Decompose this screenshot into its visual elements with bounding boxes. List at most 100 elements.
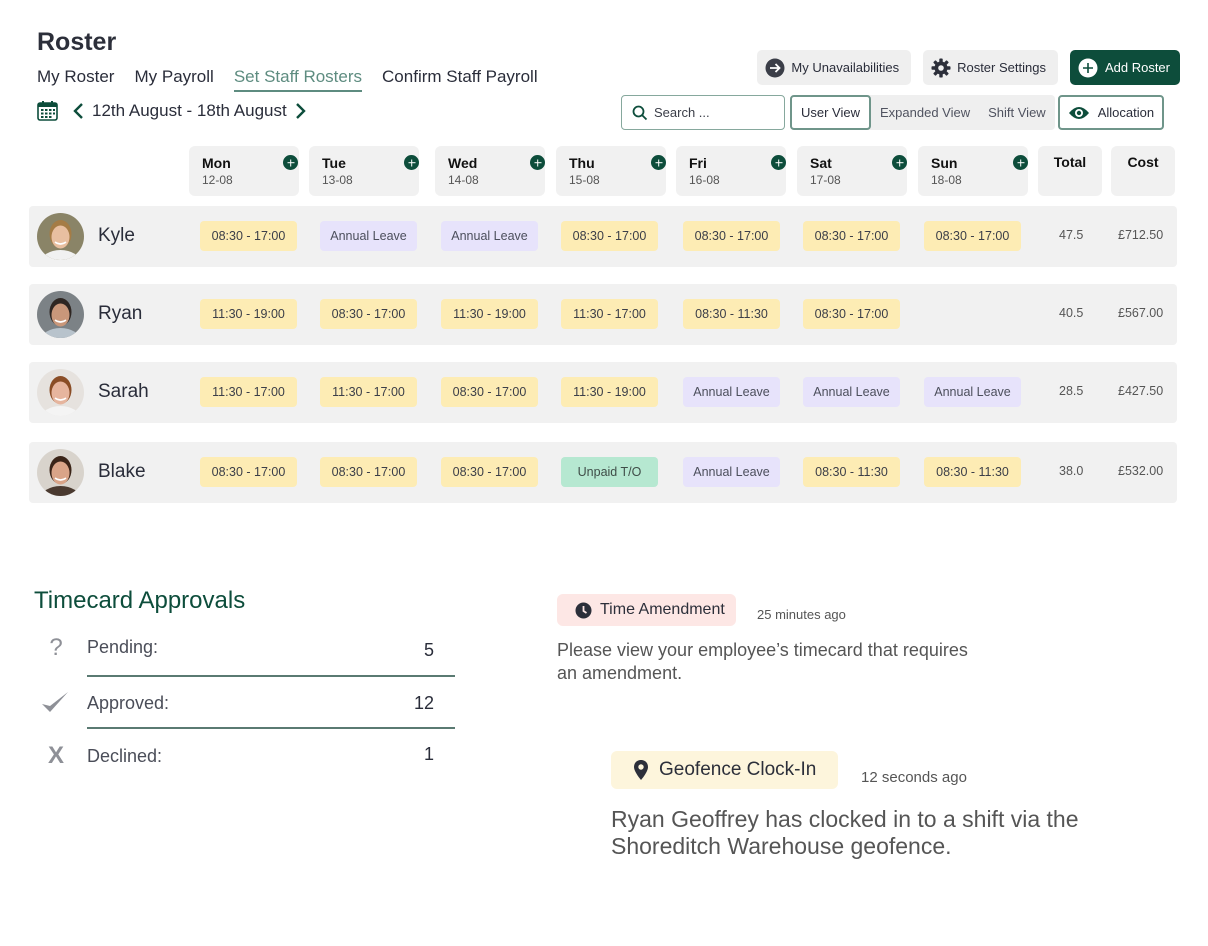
gear-icon	[931, 58, 951, 77]
timecard-value: 1	[423, 744, 434, 764]
day-date: 15-08	[569, 173, 600, 187]
add-shift-icon[interactable]	[283, 155, 298, 170]
employee-name[interactable]: Kyle	[98, 225, 135, 247]
employee-name[interactable]: Blake	[98, 461, 146, 483]
expanded-view-button[interactable]: Expanded View	[871, 95, 979, 130]
shift-chip[interactable]: 08:30 - 17:00	[200, 221, 297, 251]
day-header-tue: Tue 13-08	[309, 146, 419, 196]
my-unavailabilities-label: My Unavailabilities	[791, 60, 900, 75]
shift-chip[interactable]: 08:30 - 17:00	[441, 377, 538, 407]
shift-chip[interactable]: 11:30 - 19:00	[441, 299, 538, 329]
shift-chip[interactable]: 11:30 - 19:00	[561, 377, 658, 407]
allocation-button[interactable]: Allocation	[1057, 95, 1165, 130]
tab-my-payroll[interactable]: My Payroll	[134, 67, 213, 92]
day-date: 17-08	[810, 173, 841, 187]
tab-confirm-staff-payroll[interactable]: Confirm Staff Payroll	[382, 67, 538, 92]
shift-chip[interactable]: 11:30 - 19:00	[200, 299, 297, 329]
add-roster-button[interactable]: Add Roster	[1069, 50, 1180, 85]
unpaid-time-off-chip[interactable]: Unpaid T/O	[561, 457, 658, 487]
x-icon: X	[47, 742, 64, 769]
location-pin-icon	[634, 760, 648, 780]
my-unavailabilities-button[interactable]: My Unavailabilities	[757, 50, 912, 85]
notification-time: 25 minutes ago	[757, 607, 846, 622]
annual-leave-chip[interactable]: Annual Leave	[683, 377, 780, 407]
arrow-right-circle-icon	[765, 58, 785, 77]
date-range-label: 12th August - 18th August	[92, 100, 287, 120]
shift-chip[interactable]: 11:30 - 17:00	[561, 299, 658, 329]
avatar[interactable]	[37, 291, 84, 338]
shift-chip[interactable]: 08:30 - 11:30	[924, 457, 1021, 487]
shift-chip[interactable]: 11:30 - 17:00	[200, 377, 297, 407]
timecard-declined[interactable]: X Declined: 1	[36, 742, 456, 773]
shift-chip[interactable]: 08:30 - 17:00	[200, 457, 297, 487]
annual-leave-chip[interactable]: Annual Leave	[924, 377, 1021, 407]
divider	[87, 727, 455, 729]
total-cost: £427.50	[1118, 384, 1164, 398]
employee-row: Blake 08:30 - 17:00 08:30 - 17:00 08:30 - 1…	[29, 442, 1177, 503]
timecard-value: 5	[423, 640, 434, 660]
eye-icon	[1068, 106, 1089, 119]
view-toolbar: User View Expanded View Shift View Alloc…	[621, 95, 1165, 130]
total-header: Total	[1038, 146, 1102, 196]
shift-chip[interactable]: 11:30 - 17:00	[320, 377, 417, 407]
shift-chip[interactable]: 08:30 - 17:00	[924, 221, 1021, 251]
notification-body: Ryan Geoffrey has clocked in to a shift …	[611, 806, 1079, 859]
roster-settings-button[interactable]: Roster Settings	[923, 50, 1058, 85]
shift-chip[interactable]: 08:30 - 17:00	[683, 221, 780, 251]
cost-header: Cost	[1111, 146, 1175, 196]
chevron-right-icon[interactable]	[293, 102, 307, 120]
roster-settings-label: Roster Settings	[957, 60, 1046, 75]
tab-set-staff-rosters[interactable]: Set Staff Rosters	[233, 67, 363, 92]
shift-chip[interactable]: 08:30 - 17:00	[803, 299, 900, 329]
add-shift-icon[interactable]	[404, 155, 419, 170]
clock-icon	[575, 602, 592, 618]
add-shift-icon[interactable]	[1013, 155, 1028, 170]
total-hours: 47.5	[1059, 228, 1084, 242]
shift-chip[interactable]: 08:30 - 11:30	[803, 457, 900, 487]
chevron-left-icon[interactable]	[72, 102, 86, 120]
shift-view-button[interactable]: Shift View	[979, 95, 1055, 130]
shift-chip[interactable]: 08:30 - 17:00	[561, 221, 658, 251]
avatar[interactable]	[37, 213, 84, 260]
allocation-label: Allocation	[1097, 105, 1155, 120]
shift-chip[interactable]: 08:30 - 17:00	[803, 221, 900, 251]
annual-leave-chip[interactable]: Annual Leave	[320, 221, 417, 251]
search-icon	[632, 105, 648, 120]
annual-leave-chip[interactable]: Annual Leave	[441, 221, 538, 251]
employee-row: Ryan 11:30 - 19:00 08:30 - 17:00 11:30 - 19…	[29, 284, 1177, 345]
geofence-clock-in-tag[interactable]: Geofence Clock-In	[611, 751, 839, 789]
day-header-fri: Fri 16-08	[676, 146, 786, 196]
tab-my-roster[interactable]: My Roster	[37, 67, 114, 92]
add-shift-icon[interactable]	[771, 155, 786, 170]
shift-chip[interactable]: 08:30 - 11:30	[683, 299, 780, 329]
notification-tag-label: Time Amendment	[600, 601, 725, 618]
timecard-value: 12	[413, 693, 434, 713]
add-shift-icon[interactable]	[651, 155, 666, 170]
day-header-thu: Thu 15-08	[556, 146, 666, 196]
add-shift-icon[interactable]	[530, 155, 545, 170]
user-view-button[interactable]: User View	[790, 95, 872, 130]
time-amendment-tag[interactable]: Time Amendment	[557, 594, 736, 626]
shift-chip[interactable]: 08:30 - 17:00	[320, 457, 417, 487]
shift-chip[interactable]: 08:30 - 17:00	[320, 299, 417, 329]
timecard-approved[interactable]: Approved: 12	[36, 690, 456, 720]
annual-leave-chip[interactable]: Annual Leave	[803, 377, 900, 407]
employee-row: Kyle 08:30 - 17:00 Annual Leave Annual Leav…	[29, 206, 1177, 267]
search-box	[621, 95, 785, 130]
avatar[interactable]	[37, 369, 84, 416]
employee-name[interactable]: Ryan	[98, 303, 142, 325]
avatar[interactable]	[37, 449, 84, 496]
annual-leave-chip[interactable]: Annual Leave	[683, 457, 780, 487]
page-title: Roster	[37, 28, 117, 56]
add-shift-icon[interactable]	[892, 155, 907, 170]
search-input[interactable]	[654, 105, 774, 120]
calendar-icon[interactable]	[37, 100, 58, 121]
add-roster-label: Add Roster	[1104, 60, 1170, 75]
day-date: 13-08	[322, 173, 353, 187]
timecard-pending[interactable]: ? Pending: 5	[36, 634, 456, 666]
total-cost: £567.00	[1118, 306, 1164, 320]
employee-name[interactable]: Sarah	[98, 381, 149, 403]
shift-chip[interactable]: 08:30 - 17:00	[441, 457, 538, 487]
total-cost: £712.50	[1118, 228, 1164, 242]
timecard-label: Pending:	[87, 637, 159, 657]
